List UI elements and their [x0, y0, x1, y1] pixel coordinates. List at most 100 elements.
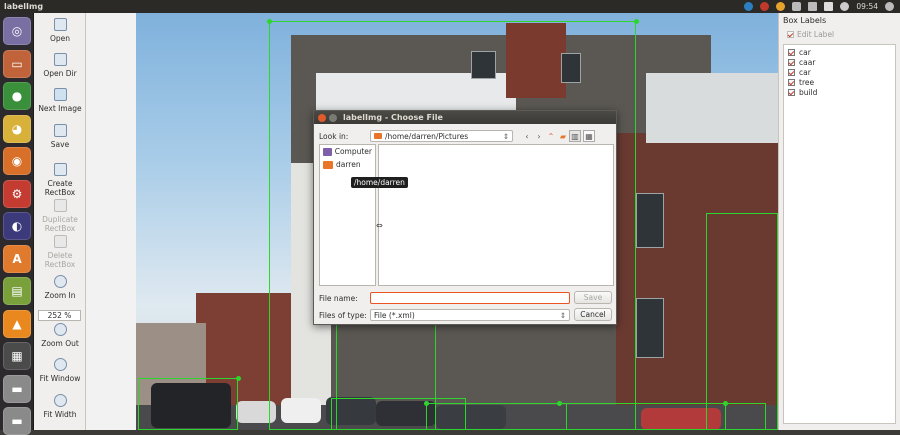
folder-icon	[374, 133, 382, 139]
computer-icon	[323, 147, 332, 156]
save-button[interactable]: Save	[34, 124, 86, 149]
notification-icon[interactable]	[792, 2, 802, 11]
eclipse-icon[interactable]: ◐	[3, 212, 31, 240]
parent-dir-icon[interactable]: ⌃	[545, 130, 557, 142]
new-folder-icon[interactable]: ▰	[557, 130, 569, 142]
bbox-handle[interactable]	[634, 19, 639, 24]
bbox-tree[interactable]	[706, 213, 778, 430]
dialog-title: labelImg - Choose File	[343, 113, 443, 122]
delete-rectbox-icon	[53, 235, 67, 248]
bbox-handle[interactable]	[267, 19, 272, 24]
zoom-out-label: Zoom Out	[41, 339, 79, 348]
file-name-input[interactable]	[370, 292, 570, 304]
checkbox-icon[interactable]	[788, 78, 795, 86]
files-icon[interactable]: ▭	[3, 49, 31, 78]
duplicate-rectbox-icon	[53, 199, 67, 212]
label-list-item[interactable]: car	[788, 47, 891, 57]
open-button[interactable]: Open	[34, 18, 86, 43]
fit-width-label: Fit Width	[43, 410, 77, 419]
delete-rectbox-label-2: RectBox	[44, 260, 76, 269]
chrome-icon[interactable]: ●	[3, 82, 31, 110]
look-in-combo[interactable]: /home/darren/Pictures ⇕	[370, 130, 513, 142]
create-rectbox-button[interactable]: Create RectBox	[34, 163, 86, 197]
splitter-handle-icon[interactable]: ⇔	[376, 221, 383, 230]
bbox-car-1[interactable]	[138, 378, 238, 430]
dropdown-arrow-icon: ⇕	[559, 310, 566, 320]
label-list-item[interactable]: car	[788, 67, 891, 77]
software-center-icon[interactable]: A	[3, 244, 31, 273]
save-icon	[53, 124, 67, 137]
fit-width-button[interactable]: Fit Width	[34, 394, 86, 419]
text-editor-icon[interactable]: ▤	[3, 277, 31, 305]
drive-2-icon[interactable]: ▬	[3, 407, 31, 435]
zoom-out-icon	[53, 323, 67, 336]
workspace-icon[interactable]: ▦	[3, 342, 31, 370]
open-dir-button[interactable]: Open Dir	[34, 53, 86, 78]
look-in-value: /home/darren/Pictures	[385, 131, 469, 141]
choose-file-dialog: labelImg - Choose File Look in: /home/da…	[313, 110, 617, 325]
zoom-value-field[interactable]: 252 %	[38, 310, 81, 321]
next-image-button[interactable]: Next Image	[34, 88, 86, 113]
label-list-item[interactable]: tree	[788, 77, 891, 87]
look-in-label: Look in:	[319, 131, 349, 141]
record-tray-icon[interactable]	[760, 2, 770, 11]
delete-rectbox-button[interactable]: Delete RectBox	[34, 235, 86, 269]
label-text: car	[799, 47, 811, 57]
pidgin-icon[interactable]: ◕	[3, 114, 31, 143]
place-darren[interactable]: darren	[320, 158, 375, 171]
bbox-handle[interactable]	[557, 401, 562, 406]
look-in-row: Look in: /home/darren/Pictures ⇕ ‹ › ⌃ ▰…	[319, 130, 595, 142]
dropbox-icon[interactable]	[808, 2, 818, 11]
vlc-icon[interactable]: ▲	[3, 309, 31, 338]
settings-icon[interactable]: ⚙	[3, 179, 31, 208]
drive-icon[interactable]: ▬	[3, 374, 31, 403]
create-rectbox-label-1: Create	[47, 179, 73, 188]
box-labels-header: Box Labels	[783, 16, 827, 25]
bbox-handle[interactable]	[236, 376, 241, 381]
checkbox-icon[interactable]	[788, 68, 795, 76]
right-panel: Box Labels Edit Label car caar car tree buil…	[778, 13, 900, 430]
label-list-item[interactable]: build	[788, 87, 891, 97]
next-image-icon	[53, 88, 67, 101]
file-list[interactable]	[378, 144, 614, 286]
window-title: labelImg	[4, 2, 44, 11]
launcher: ◎ ▭ ● ◕ ◉ ⚙ ◐ A ▤ ▲ ▦ ▬ ▬	[0, 13, 34, 435]
keyboard-icon[interactable]	[824, 2, 834, 11]
files-of-type-row: Files of type: File (*.xml) ⇕	[319, 309, 570, 321]
minimize-icon[interactable]	[329, 113, 337, 122]
back-icon[interactable]: ‹	[521, 130, 533, 142]
edit-label-text: Edit Label	[797, 29, 835, 39]
power-icon[interactable]	[885, 2, 894, 11]
fit-window-button[interactable]: Fit Window	[34, 358, 86, 383]
zoom-out-button[interactable]: Zoom Out	[34, 323, 86, 348]
checkbox-icon[interactable]	[788, 88, 795, 96]
chrome-tray-icon[interactable]	[744, 2, 754, 11]
close-icon[interactable]	[318, 113, 326, 122]
duplicate-rectbox-button[interactable]: Duplicate RectBox	[34, 199, 86, 233]
detail-view-icon[interactable]: ▦	[583, 130, 595, 142]
system-tray: 09:54	[744, 2, 900, 11]
clock[interactable]: 09:54	[856, 2, 878, 11]
toolbar: Open Open Dir Next Image Save Create Rec…	[34, 13, 86, 430]
checkbox-icon[interactable]	[788, 58, 795, 66]
open-dir-label: Open Dir	[43, 69, 77, 78]
files-of-type-combo[interactable]: File (*.xml) ⇕	[370, 309, 570, 321]
list-view-icon[interactable]: ▥	[569, 130, 581, 142]
label-text: build	[799, 87, 818, 97]
edit-label-button[interactable]: Edit Label	[783, 28, 896, 40]
chromium-tray-icon[interactable]	[776, 2, 786, 11]
firefox-icon[interactable]: ◉	[3, 147, 31, 175]
zoom-in-button[interactable]: Zoom In	[34, 275, 86, 300]
label-list-item[interactable]: caar	[788, 57, 891, 67]
ubuntu-dash-icon[interactable]: ◎	[3, 17, 31, 45]
save-dialog-button[interactable]: Save	[574, 291, 612, 304]
dropdown-arrow-icon: ⇕	[502, 131, 509, 141]
volume-icon[interactable]	[840, 2, 850, 11]
cancel-button[interactable]: Cancel	[574, 308, 612, 321]
building-right-top	[646, 73, 778, 143]
checkbox-icon[interactable]	[788, 48, 795, 56]
forward-icon[interactable]: ›	[533, 130, 545, 142]
place-computer[interactable]: Computer	[320, 145, 375, 158]
file-name-row: File name:	[319, 292, 570, 304]
files-of-type-label: Files of type:	[319, 310, 367, 320]
